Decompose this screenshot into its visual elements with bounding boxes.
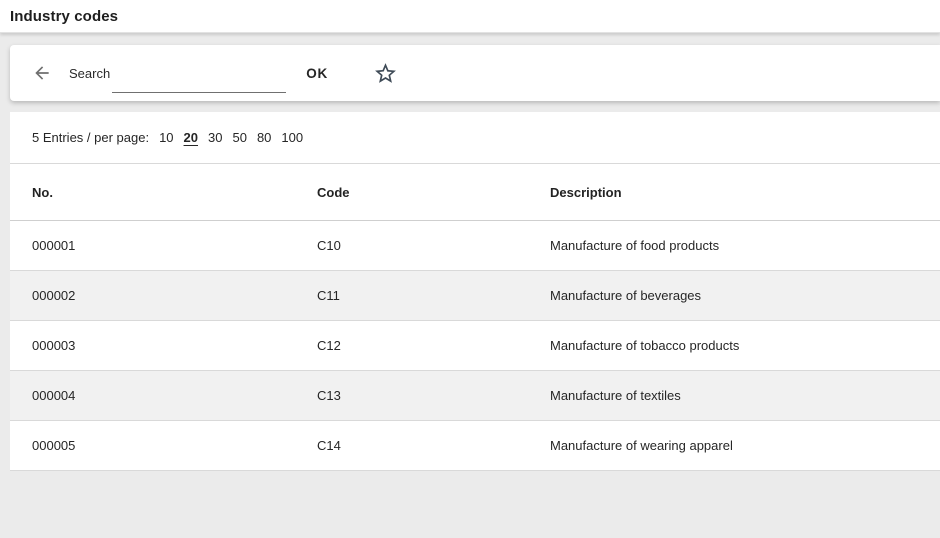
filter-bar: Search OK (10, 45, 940, 101)
cell-no-value: 000003 (32, 338, 317, 353)
cell-code-value: C10 (317, 238, 550, 253)
table-body: 000001C10Manufacture of food products000… (10, 221, 940, 471)
cell-no-value: 000005 (32, 438, 317, 453)
page-size-options: 10 20 30 50 80 100 (149, 130, 303, 145)
table-row[interactable]: 000003C12Manufacture of tobacco products (10, 321, 940, 371)
page-size-option-30[interactable]: 30 (208, 130, 222, 145)
table-row[interactable]: 000005C14Manufacture of wearing apparel (10, 421, 940, 471)
search-input[interactable] (112, 72, 286, 93)
page-size-option-80[interactable]: 80 (257, 130, 271, 145)
column-header-no[interactable]: No. (32, 185, 317, 200)
back-arrow-icon[interactable] (32, 63, 52, 83)
page-header: Industry codes (0, 0, 940, 33)
page-title: Industry codes (10, 8, 118, 25)
column-header-description[interactable]: Description (550, 185, 940, 200)
pagination-bar: 5 Entries / per page: 10 20 30 50 80 100 (10, 112, 940, 164)
star-icon[interactable] (372, 60, 398, 86)
table-row[interactable]: 000001C10Manufacture of food products (10, 221, 940, 271)
cell-description-value: Manufacture of textiles (550, 388, 940, 403)
cell-no-value: 000004 (32, 388, 317, 403)
cell-code-value: C14 (317, 438, 550, 453)
ok-button[interactable]: OK (306, 66, 328, 81)
content-panel: 5 Entries / per page: 10 20 30 50 80 100 No. … (10, 112, 940, 471)
page-size-option-10[interactable]: 10 (159, 130, 173, 145)
cell-description-value: Manufacture of food products (550, 238, 940, 253)
cell-no-value: 000001 (32, 238, 317, 253)
table-header: No. Code Description (10, 164, 940, 221)
cell-description-value: Manufacture of wearing apparel (550, 438, 940, 453)
table-row[interactable]: 000002C11Manufacture of beverages (10, 271, 940, 321)
page-size-option-20[interactable]: 20 (184, 130, 198, 145)
page-size-option-100[interactable]: 100 (281, 130, 303, 145)
entries-per-page-label: 5 Entries / per page: (32, 130, 149, 145)
column-header-code[interactable]: Code (317, 185, 550, 200)
cell-no-value: 000002 (32, 288, 317, 303)
cell-description-value: Manufacture of beverages (550, 288, 940, 303)
cell-code-value: C13 (317, 388, 550, 403)
table-row[interactable]: 000004C13Manufacture of textiles (10, 371, 940, 421)
search-label: Search (69, 66, 110, 81)
cell-code-value: C12 (317, 338, 550, 353)
cell-code-value: C11 (317, 288, 550, 303)
page-size-option-50[interactable]: 50 (232, 130, 246, 145)
cell-description-value: Manufacture of tobacco products (550, 338, 940, 353)
